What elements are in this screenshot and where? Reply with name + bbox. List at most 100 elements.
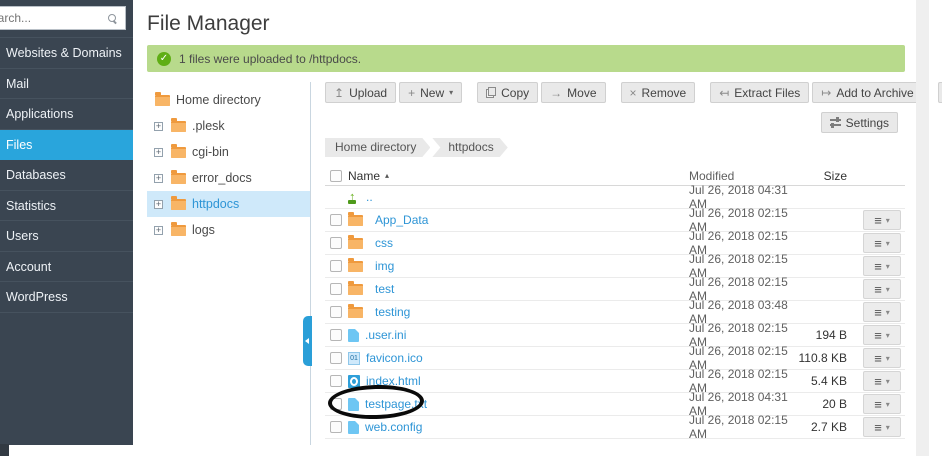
remove-button[interactable]: × Remove bbox=[621, 82, 696, 103]
expand-plus-icon[interactable]: + bbox=[154, 200, 163, 209]
row-checkbox[interactable] bbox=[330, 375, 342, 387]
tree-item-label: .plesk bbox=[192, 119, 225, 133]
tree-item-label: cgi-bin bbox=[192, 145, 229, 159]
tree-item-logs[interactable]: + logs bbox=[147, 217, 310, 243]
new-button[interactable]: + New ▾ bbox=[399, 82, 462, 103]
expand-plus-icon[interactable]: + bbox=[154, 226, 163, 235]
table-row-user-ini[interactable]: .user.ini Jul 26, 2018 02:15 AM 194 B ≡▾ bbox=[325, 324, 905, 347]
folder-link[interactable]: css bbox=[375, 236, 393, 250]
table-row-test[interactable]: test Jul 26, 2018 02:15 AM ≡▾ bbox=[325, 278, 905, 301]
settings-button[interactable]: Settings bbox=[821, 112, 898, 133]
menu-bars-icon: ≡ bbox=[874, 214, 882, 227]
folder-link[interactable]: test bbox=[375, 282, 394, 296]
search-icon[interactable] bbox=[108, 14, 117, 23]
sidebar-item-wordpress[interactable]: WordPress bbox=[0, 282, 133, 313]
chevron-down-icon: ▾ bbox=[886, 331, 890, 340]
row-menu-button[interactable]: ≡▾ bbox=[863, 348, 901, 368]
table-row-app-data[interactable]: App_Data Jul 26, 2018 02:15 AM ≡▾ bbox=[325, 209, 905, 232]
size-column-header[interactable]: Size bbox=[797, 169, 853, 183]
sidebar-item-websites-domains[interactable]: Websites & Domains bbox=[0, 38, 133, 69]
chevron-down-icon: ▾ bbox=[886, 216, 890, 225]
expand-plus-icon[interactable]: + bbox=[154, 122, 163, 131]
folder-icon bbox=[348, 261, 363, 272]
sidebar-item-statistics[interactable]: Statistics bbox=[0, 191, 133, 222]
row-menu-button[interactable]: ≡▾ bbox=[863, 210, 901, 230]
sidebar-item-mail[interactable]: Mail bbox=[0, 69, 133, 100]
sidebar-corner-fragment bbox=[0, 444, 9, 456]
tree-item-httpdocs[interactable]: + httpdocs bbox=[147, 191, 310, 217]
row-menu-button[interactable]: ≡▾ bbox=[863, 279, 901, 299]
sidebar-item-account[interactable]: Account bbox=[0, 252, 133, 283]
folder-link[interactable]: img bbox=[375, 259, 394, 273]
select-all-checkbox[interactable] bbox=[330, 170, 342, 182]
folder-link[interactable]: App_Data bbox=[375, 213, 428, 227]
row-menu-button[interactable]: ≡▾ bbox=[863, 233, 901, 253]
sidebar-item-databases[interactable]: Databases bbox=[0, 160, 133, 191]
tree-item-error-docs[interactable]: + error_docs bbox=[147, 165, 310, 191]
tree-item-home-directory[interactable]: Home directory bbox=[147, 87, 310, 113]
add-to-archive-button[interactable]: ↦ Add to Archive bbox=[812, 82, 922, 103]
file-link[interactable]: favicon.ico bbox=[366, 351, 423, 365]
folder-icon bbox=[171, 225, 186, 236]
table-row-web-config[interactable]: web.config Jul 26, 2018 02:15 AM 2.7 KB … bbox=[325, 416, 905, 439]
file-link[interactable]: web.config bbox=[365, 420, 422, 434]
tree-item-plesk[interactable]: + .plesk bbox=[147, 113, 310, 139]
file-table: Name ▴ Modified Size .. Jul 26, 2018 04:… bbox=[325, 166, 905, 439]
sidebar-nav: Websites & Domains Mail Applications Fil… bbox=[0, 37, 133, 313]
search-box[interactable] bbox=[0, 6, 126, 30]
file-link[interactable]: testpage.txt bbox=[365, 397, 427, 411]
file-icon bbox=[348, 398, 359, 411]
file-manager-page: Websites & Domains Mail Applications Fil… bbox=[0, 0, 942, 456]
chevron-down-icon: ▾ bbox=[886, 285, 890, 294]
upload-button[interactable]: ↥ Upload bbox=[325, 82, 396, 103]
modified-column-header[interactable]: Modified bbox=[689, 169, 797, 183]
tree-item-label: error_docs bbox=[192, 171, 252, 185]
row-checkbox[interactable] bbox=[330, 214, 342, 226]
expand-plus-icon[interactable]: + bbox=[154, 148, 163, 157]
row-checkbox[interactable] bbox=[330, 283, 342, 295]
row-menu-button[interactable]: ≡▾ bbox=[863, 417, 901, 437]
row-checkbox[interactable] bbox=[330, 352, 342, 364]
menu-bars-icon: ≡ bbox=[874, 329, 882, 342]
sidebar-item-applications[interactable]: Applications bbox=[0, 99, 133, 130]
move-button[interactable]: → Move bbox=[541, 82, 605, 103]
row-checkbox[interactable] bbox=[330, 398, 342, 410]
table-row-testing[interactable]: testing Jul 26, 2018 03:48 AM ≡▾ bbox=[325, 301, 905, 324]
breadcrumb-httpdocs[interactable]: httpdocs bbox=[432, 138, 507, 157]
file-link[interactable]: index.html bbox=[366, 374, 421, 388]
extract-files-button[interactable]: ↤ Extract Files bbox=[710, 82, 809, 103]
folder-link[interactable]: testing bbox=[375, 305, 410, 319]
row-checkbox[interactable] bbox=[330, 306, 342, 318]
search-input[interactable] bbox=[0, 11, 108, 25]
row-checkbox[interactable] bbox=[330, 237, 342, 249]
row-menu-button[interactable]: ≡▾ bbox=[863, 394, 901, 414]
row-menu-button[interactable]: ≡▾ bbox=[863, 325, 901, 345]
breadcrumb-home-directory[interactable]: Home directory bbox=[325, 138, 430, 157]
copy-button[interactable]: Copy bbox=[477, 82, 538, 103]
scrollbar-track[interactable] bbox=[916, 0, 929, 456]
row-menu-button[interactable]: ≡▾ bbox=[863, 256, 901, 276]
row-menu-button[interactable]: ≡▾ bbox=[863, 371, 901, 391]
expand-plus-icon[interactable]: + bbox=[154, 174, 163, 183]
tree-item-cgi-bin[interactable]: + cgi-bin bbox=[147, 139, 310, 165]
table-row-img[interactable]: img Jul 26, 2018 02:15 AM ≡▾ bbox=[325, 255, 905, 278]
tree-collapse-handle[interactable] bbox=[303, 316, 312, 366]
table-row-favicon-ico[interactable]: favicon.ico Jul 26, 2018 02:15 AM 110.8 … bbox=[325, 347, 905, 370]
table-row-testpage-txt[interactable]: testpage.txt Jul 26, 2018 04:31 AM 20 B … bbox=[325, 393, 905, 416]
tree-item-label: httpdocs bbox=[192, 197, 239, 211]
chevron-down-icon: ▾ bbox=[886, 354, 890, 363]
row-checkbox[interactable] bbox=[330, 329, 342, 341]
up-level-link[interactable]: .. bbox=[366, 190, 373, 204]
row-checkbox[interactable] bbox=[330, 421, 342, 433]
folder-icon bbox=[171, 121, 186, 132]
file-link[interactable]: .user.ini bbox=[365, 328, 406, 342]
table-row-css[interactable]: css Jul 26, 2018 02:15 AM ≡▾ bbox=[325, 232, 905, 255]
sidebar-item-users[interactable]: Users bbox=[0, 221, 133, 252]
row-checkbox[interactable] bbox=[330, 260, 342, 272]
more-button[interactable]: More ▾ bbox=[938, 82, 942, 103]
name-column-header[interactable]: Name ▴ bbox=[343, 169, 689, 183]
table-row-up-level[interactable]: .. Jul 26, 2018 04:31 AM bbox=[325, 186, 905, 209]
table-row-index-html[interactable]: index.html Jul 26, 2018 02:15 AM 5.4 KB … bbox=[325, 370, 905, 393]
sidebar-item-files[interactable]: Files bbox=[0, 130, 133, 161]
row-menu-button[interactable]: ≡▾ bbox=[863, 302, 901, 322]
